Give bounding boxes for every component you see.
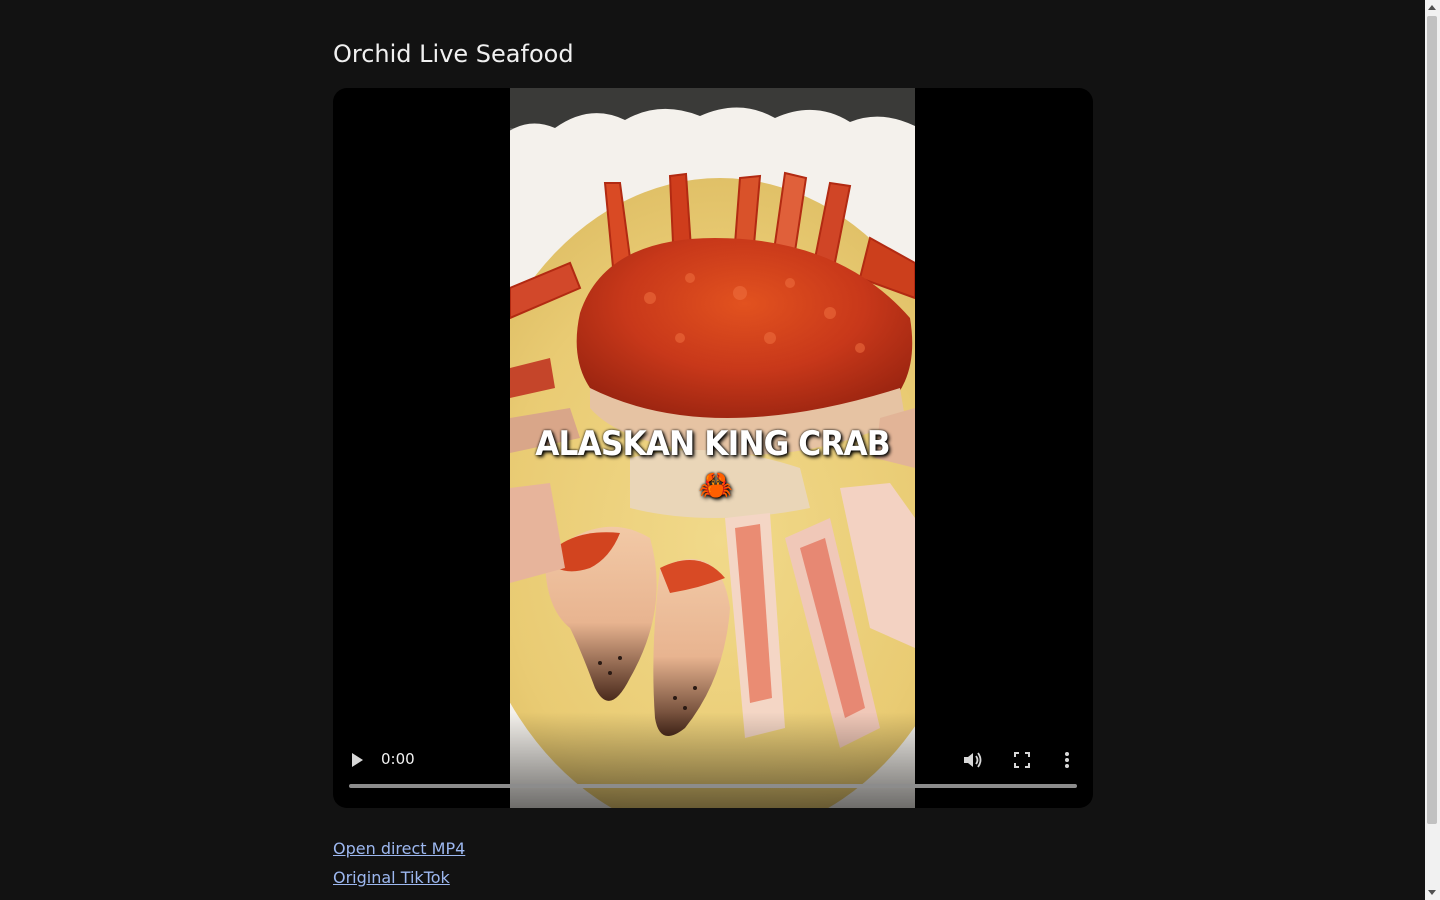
open-direct-mp4-link[interactable]: Open direct MP4 — [333, 834, 465, 863]
seek-bar[interactable] — [349, 784, 1077, 788]
fullscreen-button[interactable] — [1013, 751, 1031, 769]
more-vert-icon — [1065, 752, 1069, 768]
original-tiktok-link[interactable]: Original TikTok — [333, 863, 465, 892]
scroll-down-arrow-icon[interactable] — [1428, 890, 1436, 895]
links-list: Open direct MP4 Original TikTok — [333, 834, 465, 892]
page-scrollbar[interactable] — [1425, 0, 1440, 900]
scroll-up-arrow-icon[interactable] — [1428, 5, 1436, 10]
video-frame[interactable]: ALASKAN KING CRAB 🦀 — [510, 88, 915, 808]
more-options-button[interactable] — [1063, 750, 1071, 770]
volume-icon — [964, 752, 982, 768]
video-player[interactable]: ALASKAN KING CRAB 🦀 0:00 — [333, 88, 1093, 808]
play-button[interactable] — [349, 749, 367, 771]
current-time: 0:00 — [381, 750, 415, 768]
crab-emoji-icon: 🦀 — [698, 468, 733, 503]
caption-text: ALASKAN KING CRAB — [535, 424, 890, 464]
fullscreen-icon — [1014, 752, 1030, 768]
scrollbar-thumb[interactable] — [1427, 16, 1437, 824]
video-caption-overlay: ALASKAN KING CRAB 🦀 — [526, 424, 899, 504]
mute-button[interactable] — [962, 750, 984, 770]
page: Orchid Live Seafood ALASKAN KING CRAB🦀 0… — [0, 0, 1425, 900]
page-title: Orchid Live Seafood — [333, 40, 574, 68]
play-icon — [352, 753, 363, 767]
